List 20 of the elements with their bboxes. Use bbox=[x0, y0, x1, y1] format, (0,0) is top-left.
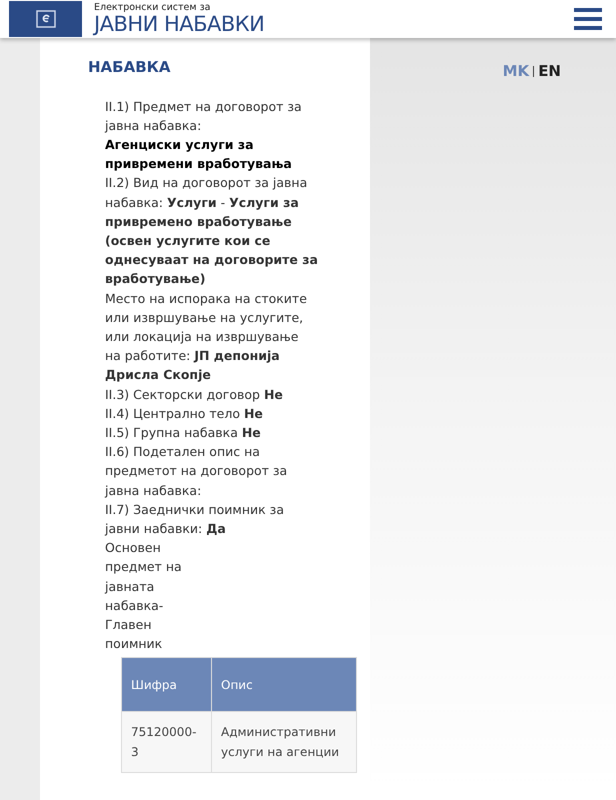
menu-icon[interactable] bbox=[574, 8, 602, 30]
detail-text: II.3) Секторски договор Не bbox=[105, 386, 284, 404]
language-link[interactable]: EN bbox=[538, 60, 561, 82]
column-header: Шифра bbox=[122, 658, 212, 712]
site-title: ЈАВНИ НАБАВКИ bbox=[94, 14, 264, 35]
detail-text: II.6) Подетален опис на предметот на договорот за јавна набавка: bbox=[105, 443, 288, 500]
detail-text: II.7) Заеднички поимник за јавни набавки: Да bbox=[105, 500, 285, 538]
logo-icon bbox=[9, 1, 82, 37]
table-caption: Основен предмет на јавната набавка-Главен поимник bbox=[105, 539, 183, 654]
detail-text: Место на испорака на стоките или извршување на услугите, или локација на извршување на работите: ЈП депонија Дрисла Скопје bbox=[105, 290, 308, 384]
section-title: НАБАВКА bbox=[88, 57, 172, 78]
detail-text: II.1) Предмет на договорот за јавна набавка: bbox=[105, 98, 303, 135]
detail-text: II.4) Централно тело Не bbox=[105, 404, 264, 423]
table-cell: 75120000-3 bbox=[122, 712, 212, 773]
site-subtitle: Електронски систем за bbox=[94, 3, 212, 13]
table-cell: Административни услуги на агенции bbox=[212, 712, 356, 773]
detail-text: II.5) Групна набавка Не bbox=[105, 424, 262, 442]
column-header: Опис bbox=[212, 658, 356, 712]
detail-text: Агенциски услуги за привремени вработувања bbox=[105, 136, 293, 174]
detail-text: II.2) Вид на договорот за јавна набавка: Услуги - Услуги за привремено вработување (освен услугите кои се однесуваат на договорите за вработување) bbox=[105, 174, 318, 288]
